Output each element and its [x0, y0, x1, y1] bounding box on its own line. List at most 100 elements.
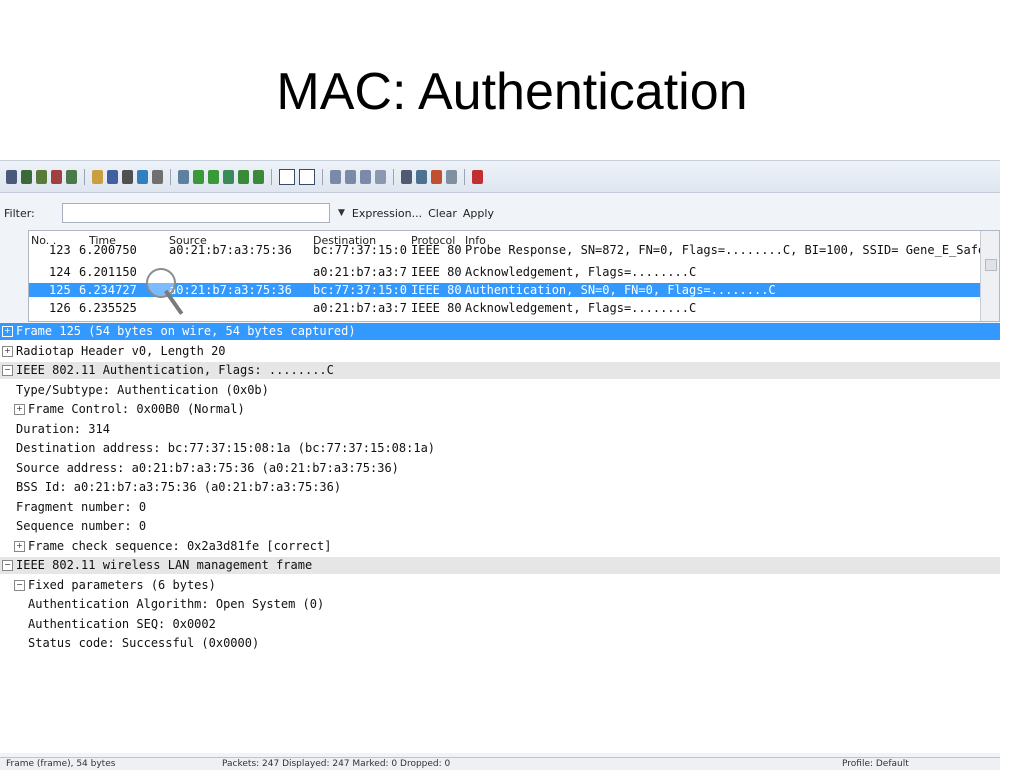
detail-line-text: Duration: 314: [16, 421, 110, 436]
preferences-icon[interactable]: [446, 169, 457, 184]
expand-icon[interactable]: +: [2, 345, 13, 357]
detail-line[interactable]: Source address: a0:21:b7:a3:75:36 (a0:21…: [0, 460, 1000, 477]
detail-line-text: Frame check sequence: 0x2a3d81fe [correc…: [28, 538, 332, 553]
zoom-in-icon[interactable]: [330, 169, 341, 184]
go-back-icon[interactable]: [193, 169, 204, 184]
capture-filters-icon[interactable]: [401, 169, 412, 184]
expand-icon[interactable]: +: [2, 326, 13, 337]
colorize-icon[interactable]: [279, 168, 295, 185]
detail-line[interactable]: Sequence number: 0: [0, 518, 1000, 535]
packet-details-tree: + Frame 125 (54 bytes on wire, 54 bytes c…: [0, 323, 1000, 753]
clear-button[interactable]: Clear: [428, 207, 457, 220]
packet-source: a0:21:b7:a3:75:36: [169, 283, 292, 297]
open-file-icon[interactable]: [92, 169, 103, 184]
start-capture-icon[interactable]: [36, 169, 47, 184]
detail-line-text: Fragment number: 0: [16, 499, 147, 514]
detail-line[interactable]: + Radiotap Header v0, Length 20: [0, 343, 1000, 360]
filter-input[interactable]: [62, 203, 330, 223]
expand-icon[interactable]: +: [14, 540, 25, 552]
packet-protocol: IEEE 80: [411, 265, 462, 279]
autoscroll-icon[interactable]: [299, 168, 315, 185]
detail-line[interactable]: Type/Subtype: Authentication (0x0b): [0, 382, 1000, 399]
detail-line-text: Radiotap Header v0, Length 20: [16, 343, 226, 358]
detail-line-text: Type/Subtype: Authentication (0x0b): [16, 382, 269, 397]
toolbar-separator: [464, 168, 465, 185]
detail-line[interactable]: − IEEE 802.11 wireless LAN management fra…: [0, 557, 1000, 574]
save-file-icon[interactable]: [107, 169, 118, 184]
apply-button[interactable]: Apply: [463, 207, 494, 220]
packet-no: 126: [49, 301, 71, 315]
go-last-icon[interactable]: [253, 169, 264, 184]
filter-bar: Filter: ▼ Expression... Clear Apply: [0, 201, 1000, 225]
packet-row[interactable]: 123 6.200750 a0:21:b7:a3:75:36 bc:77:37:…: [29, 243, 985, 257]
detail-line[interactable]: + Frame Control: 0x00B0 (Normal): [0, 401, 1000, 418]
detail-line[interactable]: + Frame check sequence: 0x2a3d81fe [corre…: [0, 538, 1000, 555]
packet-no: 125: [49, 283, 71, 297]
close-file-icon[interactable]: [122, 169, 133, 184]
expand-icon[interactable]: +: [14, 404, 25, 415]
detail-line-text: Source address: a0:21:b7:a3:75:36 (a0:21…: [16, 460, 399, 475]
packet-time: 6.200750: [79, 243, 137, 257]
help-icon[interactable]: [472, 169, 483, 184]
chevron-down-icon[interactable]: ▼: [338, 208, 345, 218]
packet-time: 6.201150: [79, 265, 137, 279]
detail-line-text: Fixed parameters (6 bytes): [28, 577, 216, 592]
detail-line[interactable]: − IEEE 802.11 Authentication, Flags: ....…: [0, 362, 1000, 379]
go-forward-icon[interactable]: [208, 169, 219, 184]
find-packet-icon[interactable]: [178, 169, 189, 184]
packet-info: Probe Response, SN=872, FN=0, Flags=....…: [465, 243, 986, 257]
resize-columns-icon[interactable]: [375, 169, 386, 184]
detail-line-text: Destination address: bc:77:37:15:08:1a (…: [16, 441, 436, 455]
wireshark-window: Filter: ▼ Expression... Clear Apply No. …: [0, 160, 1000, 770]
collapse-icon[interactable]: −: [14, 579, 25, 591]
display-filters-icon[interactable]: [416, 169, 427, 184]
packet-destination: a0:21:b7:a3:7: [313, 265, 407, 279]
detail-line-text: Sequence number: 0: [16, 519, 147, 533]
packet-destination: a0:21:b7:a3:7: [313, 301, 407, 315]
packet-list-scrollbar[interactable]: [980, 231, 999, 321]
filter-label: Filter:: [4, 206, 35, 220]
interfaces-icon[interactable]: [6, 169, 17, 184]
detail-line[interactable]: Authentication Algorithm: Open System (0…: [0, 596, 1000, 613]
detail-line-text: Authentication Algorithm: Open System (0…: [28, 597, 325, 611]
toolbar-separator: [393, 168, 394, 185]
coloring-rules-icon[interactable]: [431, 169, 442, 184]
detail-line[interactable]: Duration: 314: [0, 421, 1000, 438]
magnifier-icon: [146, 268, 176, 298]
expression-button[interactable]: Expression...: [352, 207, 422, 220]
packet-info: Acknowledgement, Flags=........C: [465, 301, 697, 315]
packet-info: Acknowledgement, Flags=........C: [465, 265, 697, 279]
detail-line-text: Frame Control: 0x00B0 (Normal): [28, 402, 245, 416]
stop-capture-icon[interactable]: [51, 169, 62, 184]
detail-line-text: Status code: Successful (0x0000): [28, 636, 260, 650]
normal-size-icon[interactable]: [360, 169, 371, 184]
toolbar-separator: [170, 168, 171, 185]
restart-capture-icon[interactable]: [66, 169, 77, 184]
collapse-icon[interactable]: −: [2, 365, 13, 376]
packet-destination: bc:77:37:15:0: [313, 243, 407, 257]
packet-no: 124: [49, 265, 71, 279]
detail-line[interactable]: − Fixed parameters (6 bytes): [0, 577, 1000, 594]
scrollbar-thumb[interactable]: [985, 259, 997, 271]
detail-line[interactable]: Fragment number: 0: [0, 499, 1000, 516]
detail-line[interactable]: Destination address: bc:77:37:15:08:1a (…: [0, 440, 1000, 457]
detail-line-text: Frame 125 (54 bytes on wire, 54 bytes ca…: [16, 324, 356, 338]
collapse-icon[interactable]: −: [2, 560, 13, 571]
detail-line[interactable]: + Frame 125 (54 bytes on wire, 54 bytes c…: [0, 323, 1000, 340]
packet-protocol: IEEE 80: [411, 243, 462, 257]
packet-no: 123: [49, 243, 71, 257]
options-icon[interactable]: [21, 169, 32, 184]
toolbar-separator: [271, 168, 272, 185]
zoom-out-icon[interactable]: [345, 169, 356, 184]
reload-icon[interactable]: [137, 169, 148, 184]
toolbar-separator: [322, 168, 323, 185]
print-icon[interactable]: [152, 169, 163, 184]
detail-line[interactable]: BSS Id: a0:21:b7:a3:75:36 (a0:21:b7:a3:7…: [0, 479, 1000, 496]
detail-line[interactable]: Authentication SEQ: 0x0002: [0, 616, 1000, 633]
detail-line[interactable]: Status code: Successful (0x0000): [0, 635, 1000, 652]
toolbar-separator: [84, 168, 85, 185]
go-first-icon[interactable]: [238, 169, 249, 184]
status-bar: Frame (frame), 54 bytes Packets: 247 Dis…: [0, 757, 1000, 770]
packet-destination: bc:77:37:15:0: [313, 283, 407, 297]
go-to-packet-icon[interactable]: [223, 169, 234, 184]
